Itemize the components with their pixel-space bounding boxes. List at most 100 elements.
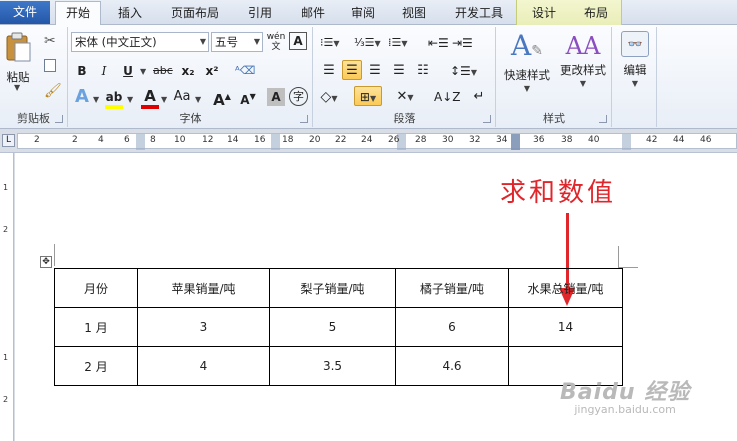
underline-button[interactable]: U [119,61,137,81]
highlight-dropdown-icon[interactable]: ▼ [127,95,133,104]
copy-icon[interactable] [44,59,56,72]
bullets-icon[interactable]: ⁝☰▼ [320,33,340,53]
table-cell[interactable]: 5 [269,307,396,347]
shading-icon[interactable]: ◇▼ [320,87,338,107]
styles-group-label: 样式 [543,112,565,125]
tab-references[interactable]: 引用 [240,2,280,25]
numbering-icon[interactable]: ⅓☰▼ [354,33,381,53]
clipboard-launcher-icon[interactable] [55,115,63,123]
tab-insert[interactable]: 插入 [110,2,150,25]
show-marks-icon[interactable]: ↵ [470,87,488,107]
table-header-cell[interactable]: 苹果销量/吨 [137,268,270,308]
superscript-button[interactable]: x² [203,61,221,81]
tab-layout[interactable]: 布局 [576,2,616,25]
chevron-down-icon: ▼ [579,79,587,88]
enclose-characters-icon[interactable]: 字 [289,87,308,106]
editing-button[interactable]: 👓 编辑 ▼ [615,31,655,91]
chevron-down-icon: ▼ [199,37,206,46]
tab-review[interactable]: 审阅 [343,2,383,25]
column-marker[interactable] [136,134,145,150]
sort-icon[interactable]: A↓Z [434,87,460,107]
multilevel-list-icon[interactable]: ⁞☰▼ [388,33,408,53]
font-group-label: 字体 [179,112,202,125]
phonetic-guide-icon[interactable]: wén 文 [266,32,286,52]
horizontal-ruler[interactable]: L 2 2 4 6 8 10 12 14 16 18 20 22 24 26 2… [0,129,737,153]
tab-file[interactable]: 文件 [0,1,50,24]
vertical-ruler[interactable]: 1 2 1 2 [0,153,14,441]
cut-icon[interactable]: ✂ [44,33,56,49]
shrink-font-icon[interactable]: A▼ [239,87,257,107]
tab-view[interactable]: 视图 [394,2,434,25]
font-size-select[interactable]: 五号 ▼ [211,32,263,52]
chinese-layout-icon[interactable]: ✕▼ [396,87,414,107]
format-painter-icon[interactable]: 🖌 [44,83,62,99]
align-center-icon[interactable]: ☰ [342,60,362,80]
distributed-icon[interactable]: ☷ [414,61,432,81]
character-border-icon[interactable]: A [289,32,307,50]
tab-selector-icon[interactable]: L [2,134,15,147]
table-cell[interactable]: 3 [137,307,270,347]
table-header-cell[interactable]: 月份 [54,268,138,308]
font-launcher-icon[interactable] [300,115,308,123]
text-effects-icon[interactable]: A [73,87,91,107]
underline-dropdown-icon[interactable]: ▼ [140,67,146,76]
subscript-button[interactable]: x₂ [179,61,197,81]
table-cell[interactable]: 2 月 [54,346,138,386]
annotation-text: 求和数值 [500,178,617,208]
paste-button[interactable]: 粘贴 ▼ [2,31,34,92]
table-header-cell[interactable]: 梨子销量/吨 [269,268,396,308]
text-effects-dropdown-icon[interactable]: ▼ [93,95,99,104]
tab-home[interactable]: 开始 [55,1,101,25]
table-cell[interactable]: 4 [137,346,270,386]
justify-icon[interactable]: ☰ [390,61,408,81]
table-cell[interactable]: 3.5 [269,346,396,386]
font-color-icon[interactable]: A [141,87,159,109]
table-header-cell[interactable]: 橘子销量/吨 [395,268,509,308]
table-cell[interactable]: 6 [395,307,509,347]
tab-developer[interactable]: 开发工具 [446,2,512,25]
change-case-dropdown-icon[interactable]: ▼ [195,95,201,104]
margin-corner-mark [54,244,55,266]
ruler-scale[interactable]: 2 2 4 6 8 10 12 14 16 18 20 22 24 26 28 … [17,133,737,150]
italic-button[interactable]: I [95,61,113,81]
clear-formatting-icon[interactable]: ᴬ⌫ [235,61,255,81]
change-case-button[interactable]: Aa [173,87,191,107]
highlight-icon[interactable]: ab [105,87,123,109]
tab-mailings[interactable]: 邮件 [293,2,333,25]
font-color-dropdown-icon[interactable]: ▼ [161,95,167,104]
sales-table[interactable]: 月份 苹果销量/吨 梨子销量/吨 橘子销量/吨 水果总销量/吨 1 月 3 5 … [54,268,623,386]
group-paragraph: ⁝☰▼ ⅓☰▼ ⁞☰▼ ⇤☰ ⇥☰ ☰ ☰ ☰ ☰ ☷ ↕☰▼ ◇▼ ⊞▼ ✕▼… [314,27,496,127]
ruler-number: 36 [533,135,545,145]
column-marker[interactable] [271,134,280,150]
table-move-handle-icon[interactable]: ✥ [40,256,52,268]
quick-styles-button[interactable]: A✎ 快速样式 ▼ [499,29,555,96]
font-name-select[interactable]: 宋体 (中文正文) ▼ [71,32,209,52]
decrease-indent-icon[interactable]: ⇤☰ [428,33,449,53]
table-cell[interactable]: 14 [508,307,623,347]
ruler-number: 46 [700,135,712,145]
ruler-number: 2 [34,135,40,145]
indent-marker[interactable] [511,134,520,150]
strikethrough-button[interactable]: abc [153,61,173,81]
character-shading-icon[interactable]: A [267,88,285,106]
table-cell[interactable]: 1 月 [54,307,138,347]
tab-page-layout[interactable]: 页面布局 [165,2,225,25]
align-right-icon[interactable]: ☰ [366,61,384,81]
paragraph-launcher-icon[interactable] [483,115,491,123]
align-left-icon[interactable]: ☰ [320,61,338,81]
grow-font-icon[interactable]: A▲ [213,87,231,109]
column-marker[interactable] [622,134,631,150]
ruler-number: 38 [561,135,573,145]
borders-icon[interactable]: ⊞▼ [354,86,382,106]
change-styles-button[interactable]: AA 更改样式 ▼ [555,29,611,91]
line-spacing-icon[interactable]: ↕☰▼ [450,61,477,81]
increase-indent-icon[interactable]: ⇥☰ [452,33,473,53]
ruler-number: 30 [442,135,454,145]
bold-button[interactable]: B [73,61,91,81]
watermark-url: jingyan.baidu.com [574,403,676,416]
table-cell[interactable]: 4.6 [395,346,509,386]
table-header-cell[interactable]: 水果总销量/吨 [508,268,623,308]
table-row: 2 月 4 3.5 4.6 [54,346,623,386]
styles-launcher-icon[interactable] [599,115,607,123]
tab-design[interactable]: 设计 [524,2,564,25]
